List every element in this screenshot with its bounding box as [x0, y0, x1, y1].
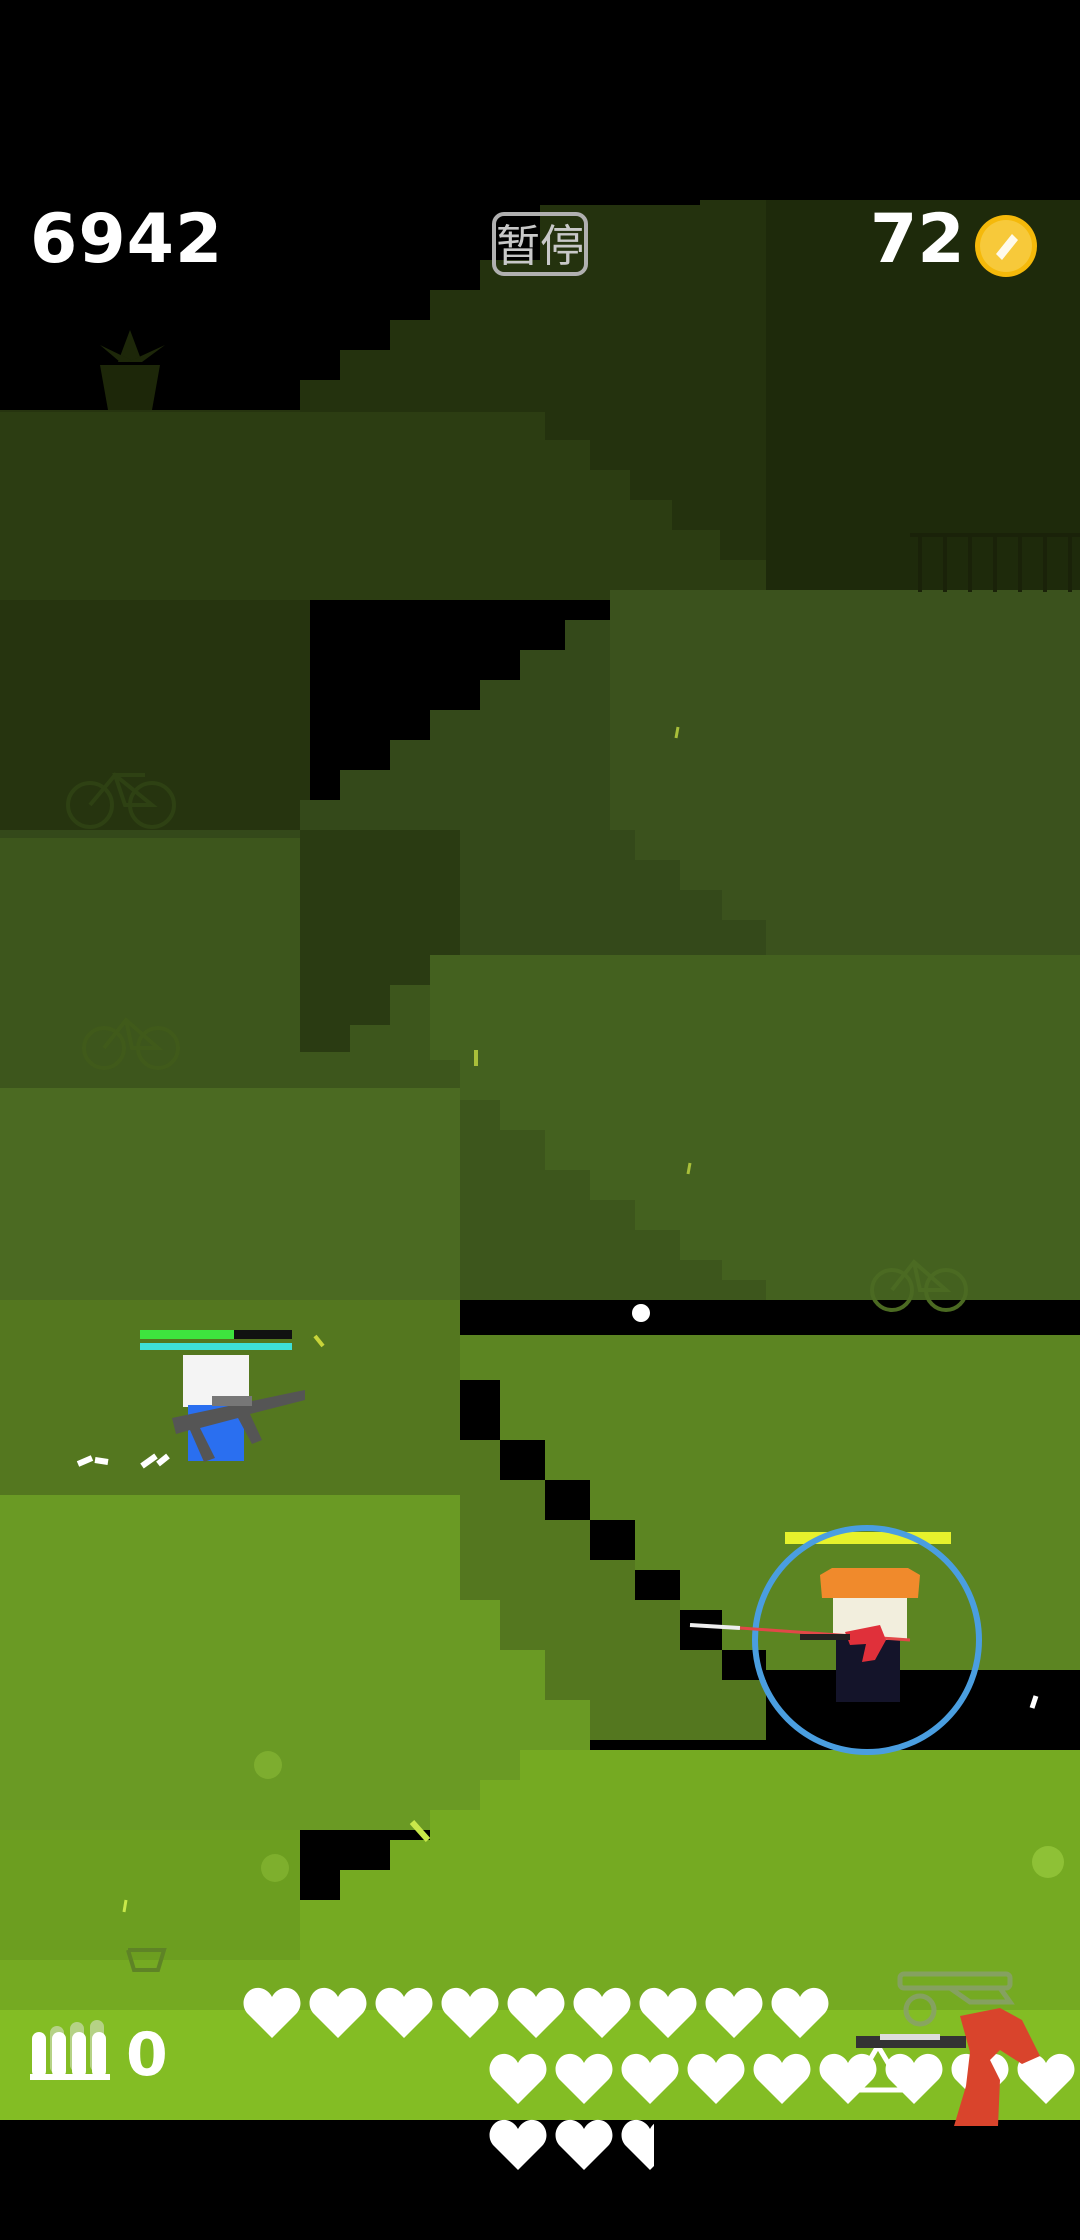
heart-icon: [243, 1987, 301, 2038]
game-scene: [0, 0, 1080, 2240]
ammo-counter: 0: [126, 2020, 168, 2090]
heart-icon: [771, 1987, 829, 2038]
pause-button[interactable]: 暂停: [492, 212, 588, 276]
heart-icon: [621, 2119, 654, 2170]
heart-icon: [309, 1987, 367, 2038]
heart-icon: [621, 2053, 679, 2104]
bullets-icon: [30, 2020, 110, 2080]
heart-icon: [489, 2119, 547, 2170]
heart-icon: [375, 1987, 433, 2038]
coin-counter: 72: [870, 200, 965, 279]
heart-icon: [555, 2053, 613, 2104]
heart-icon: [507, 1987, 565, 2038]
coin-icon: [975, 215, 1037, 277]
heart-icon: [555, 2119, 613, 2170]
heart-icon: [573, 1987, 631, 2038]
player-shield-bar: [140, 1343, 292, 1350]
heart-icon: [441, 1987, 499, 2038]
heart-icon: [687, 2053, 745, 2104]
heart-icon: [705, 1987, 763, 2038]
revolver-icon[interactable]: [850, 1960, 1060, 2126]
heart-icon: [753, 2053, 811, 2104]
player-health-bar: [140, 1330, 234, 1339]
heart-icon: [489, 2053, 547, 2104]
heart-icon: [639, 1987, 697, 2038]
score-counter: 6942: [30, 200, 224, 279]
